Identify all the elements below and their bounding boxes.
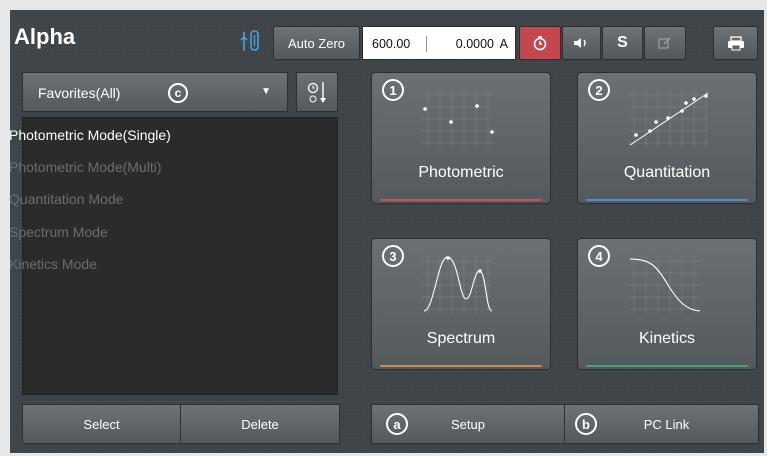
delete-button[interactable]: Delete xyxy=(180,404,340,444)
speaker-icon xyxy=(573,38,586,48)
tile-label: Kinetics xyxy=(638,330,696,347)
edit-button[interactable] xyxy=(644,26,686,60)
tile-number: 4 xyxy=(588,245,610,267)
kinetics-icon xyxy=(628,255,701,313)
tile-label: Quantitation xyxy=(623,164,711,181)
tile-accent xyxy=(586,199,748,201)
tile-accent xyxy=(380,199,542,201)
tile-kinetics[interactable]: 4 Kinetics xyxy=(577,238,757,370)
list-item[interactable]: Kinetics Mode xyxy=(9,256,97,272)
absorbance-value: 0.0000 xyxy=(455,37,494,51)
tile-label: Spectrum xyxy=(426,330,496,347)
absorbance-unit: A xyxy=(499,37,508,51)
usb-icon xyxy=(240,30,259,51)
tile-number: 3 xyxy=(382,245,404,267)
clock-sort-icon xyxy=(307,82,326,103)
auto-zero-label: Auto Zero xyxy=(287,35,346,51)
select-button[interactable]: Select xyxy=(22,404,181,444)
edit-icon xyxy=(658,37,671,49)
auto-zero-button[interactable]: Auto Zero xyxy=(273,26,360,60)
favorites-dropdown[interactable]: Favorites(All) c ▼ xyxy=(22,72,288,112)
list-item[interactable]: Photometric Mode(Multi) xyxy=(9,159,162,175)
spectrum-icon xyxy=(422,255,493,313)
list-item[interactable]: Quantitation Mode xyxy=(9,191,123,207)
timer-icon xyxy=(533,36,547,51)
select-label: Select xyxy=(83,416,120,432)
timer-button[interactable] xyxy=(519,26,561,60)
list-item[interactable]: Photometric Mode(Single) xyxy=(9,127,171,143)
s-button[interactable]: S xyxy=(602,26,643,60)
wavelength-value: 600.00 xyxy=(372,37,411,51)
app-title: Alpha xyxy=(14,24,76,49)
sort-button[interactable] xyxy=(296,72,338,112)
readout-divider xyxy=(426,36,427,52)
sound-button[interactable] xyxy=(562,26,601,60)
tile-number: 1 xyxy=(382,79,404,101)
print-icon xyxy=(727,36,744,51)
pc-link-label: PC Link xyxy=(643,416,690,432)
tile-accent xyxy=(586,365,748,367)
tile-number: 2 xyxy=(588,79,610,101)
tile-quantitation[interactable]: 2 Quantitation xyxy=(577,72,757,204)
tile-photometric[interactable]: 1 Photometric xyxy=(371,72,551,204)
list-item[interactable]: Spectrum Mode xyxy=(9,224,108,240)
callout-b: b xyxy=(575,413,597,435)
photometric-icon xyxy=(422,89,494,147)
chevron-down-icon: ▼ xyxy=(261,86,271,97)
print-button[interactable] xyxy=(713,26,758,60)
tile-spectrum[interactable]: 3 Spectrum xyxy=(371,238,551,370)
delete-label: Delete xyxy=(241,416,279,432)
measurement-readout: 600.00 0.0000 A xyxy=(362,26,516,60)
tile-accent xyxy=(380,365,542,367)
setup-button[interactable]: a Setup xyxy=(371,404,565,444)
pc-link-button[interactable]: b PC Link xyxy=(564,404,759,444)
callout-a: a xyxy=(386,413,408,435)
setup-label: Setup xyxy=(451,416,485,432)
favorites-label: Favorites(All) xyxy=(38,85,121,101)
callout-c: c xyxy=(168,83,188,103)
tile-label: Photometric xyxy=(418,164,504,181)
s-icon: S xyxy=(617,34,628,51)
quantitation-icon xyxy=(628,89,709,147)
